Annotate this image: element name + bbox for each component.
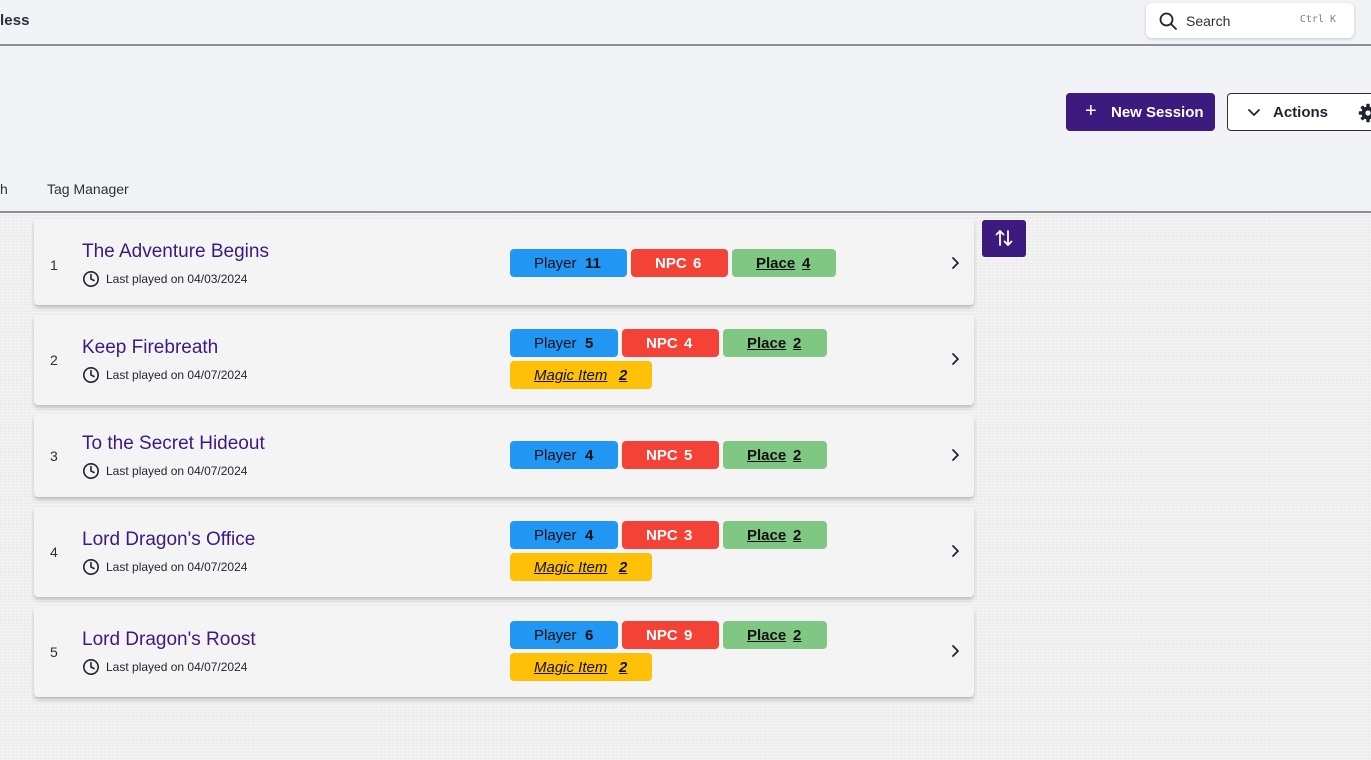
session-title[interactable]: Lord Dragon's Roost — [82, 629, 256, 651]
session-number: 5 — [50, 644, 58, 660]
tag-magic-item[interactable]: Magic Item 2 — [510, 553, 652, 581]
session-row[interactable]: 5 Lord Dragon's Roost Last played on 04/… — [34, 607, 974, 697]
tab-partial[interactable]: h — [0, 181, 8, 197]
app-title[interactable]: less — [0, 12, 30, 29]
session-title[interactable]: The Adventure Begins — [82, 241, 269, 263]
tag-place[interactable]: Place 4 — [732, 249, 836, 277]
tag-place[interactable]: Place 2 — [723, 441, 827, 469]
last-played: Last played on 04/07/2024 — [106, 368, 248, 382]
chevron-right-icon[interactable] — [950, 256, 962, 270]
session-number: 3 — [50, 448, 58, 464]
tag-player[interactable]: Player 6 — [510, 621, 618, 649]
tag-place[interactable]: Place 2 — [723, 521, 827, 549]
session-title[interactable]: Lord Dragon's Office — [82, 529, 255, 551]
tag-player[interactable]: Player 4 — [510, 521, 618, 549]
search-icon — [1159, 12, 1177, 30]
last-played: Last played on 04/07/2024 — [106, 464, 248, 478]
tag-player[interactable]: Player 5 — [510, 329, 618, 357]
plus-icon: + — [1085, 100, 1097, 122]
tag-place[interactable]: Place 2 — [723, 329, 827, 357]
actions-label: Actions — [1273, 104, 1329, 121]
tag-npc[interactable]: NPC 5 — [622, 441, 719, 469]
session-number: 2 — [50, 352, 58, 368]
new-session-label: New Session — [1111, 104, 1204, 121]
last-played: Last played on 04/07/2024 — [106, 660, 248, 674]
sort-arrows-icon — [995, 230, 1013, 246]
session-number: 1 — [50, 257, 58, 273]
search-button[interactable]: Search Ctrl K — [1146, 3, 1354, 38]
session-row[interactable]: 2 Keep Firebreath Last played on 04/07/2… — [34, 315, 974, 405]
tag-npc[interactable]: NPC 3 — [622, 521, 719, 549]
tag-npc[interactable]: NPC 9 — [622, 621, 719, 649]
tag-place[interactable]: Place 2 — [723, 621, 827, 649]
search-shortcut: Ctrl K — [1299, 14, 1336, 25]
tag-magic-item[interactable]: Magic Item 2 — [510, 653, 652, 681]
session-row[interactable]: 3 To the Secret Hideout Last played on 0… — [34, 415, 974, 497]
tag-magic-item[interactable]: Magic Item 2 — [510, 361, 652, 389]
sort-button[interactable] — [982, 220, 1026, 257]
new-session-button[interactable]: + New Session — [1066, 93, 1215, 131]
clock-icon — [83, 659, 99, 675]
search-label: Search — [1186, 13, 1231, 29]
tab-tag-manager[interactable]: Tag Manager — [47, 181, 129, 197]
tag-player[interactable]: Player 4 — [510, 441, 618, 469]
last-played: Last played on 04/07/2024 — [106, 560, 248, 574]
chevron-right-icon[interactable] — [950, 448, 962, 462]
tag-npc[interactable]: NPC 6 — [631, 249, 728, 277]
last-played: Last played on 04/03/2024 — [106, 272, 248, 286]
session-row[interactable]: 1 The Adventure Begins Last played on 04… — [34, 219, 974, 305]
gear-icon — [1358, 103, 1371, 123]
actions-button[interactable]: Actions — [1227, 93, 1341, 131]
chevron-right-icon[interactable] — [950, 544, 962, 558]
session-title[interactable]: To the Secret Hideout — [82, 433, 265, 455]
tag-npc[interactable]: NPC 4 — [622, 329, 719, 357]
chevron-right-icon[interactable] — [950, 644, 962, 658]
clock-icon — [83, 559, 99, 575]
session-row[interactable]: 4 Lord Dragon's Office Last played on 04… — [34, 507, 974, 597]
top-bar: less Search Ctrl K — [0, 0, 1371, 46]
clock-icon — [83, 271, 99, 287]
tag-player[interactable]: Player 11 — [510, 249, 627, 277]
settings-button[interactable] — [1340, 93, 1371, 131]
session-number: 4 — [50, 544, 58, 560]
clock-icon — [83, 367, 99, 383]
clock-icon — [83, 463, 99, 479]
chevron-down-icon — [1248, 109, 1260, 116]
chevron-right-icon[interactable] — [950, 352, 962, 366]
session-title[interactable]: Keep Firebreath — [82, 337, 218, 359]
